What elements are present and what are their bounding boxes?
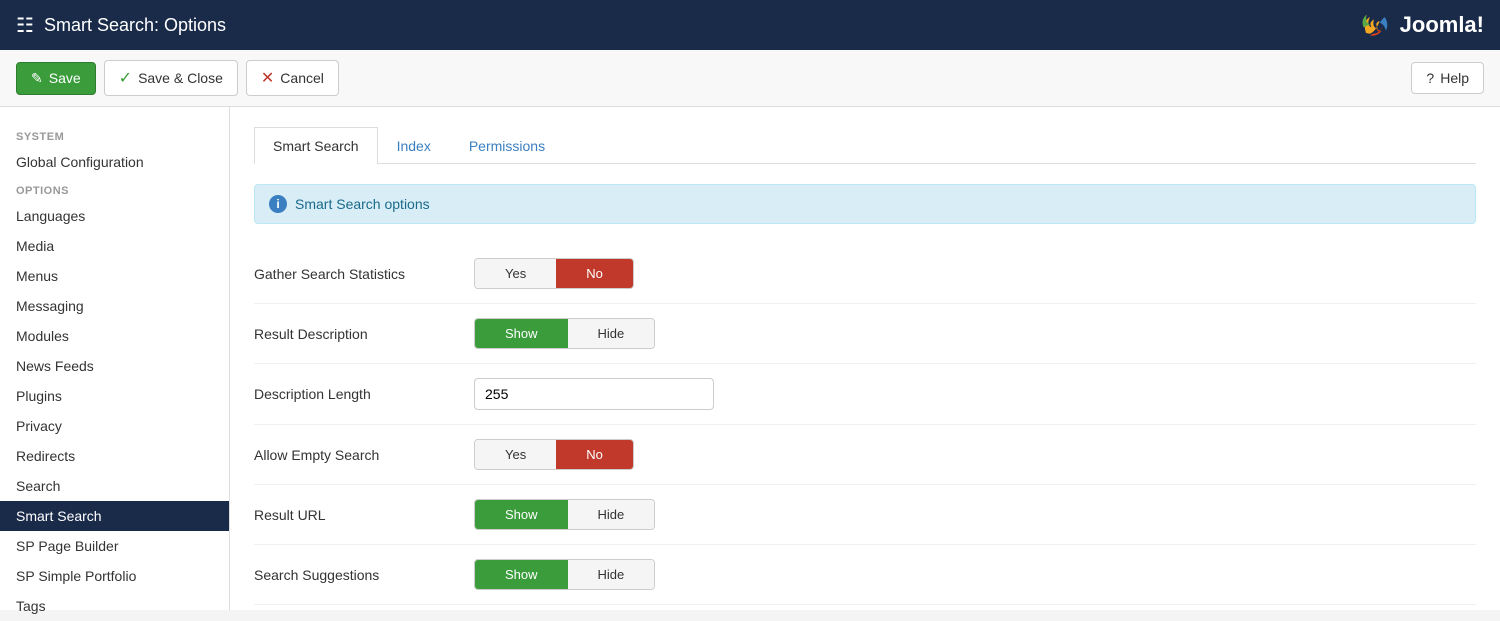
label-search-suggestions: Search Suggestions [254,567,474,583]
form-row-did-you-mean: Did You Mean Show Hide [254,605,1476,610]
grid-icon: ☷ [16,13,34,38]
tab-permissions[interactable]: Permissions [450,127,564,164]
sidebar-item-messaging[interactable]: Messaging [0,291,229,321]
save-close-label: Save & Close [138,70,223,86]
sidebar-item-news-feeds[interactable]: News Feeds [0,351,229,381]
toggle-hide-result-url[interactable]: Hide [568,500,655,529]
sidebar-item-media[interactable]: Media [0,231,229,261]
sidebar-item-modules[interactable]: Modules [0,321,229,351]
input-description-length[interactable] [474,378,714,410]
save-close-button[interactable]: ✓ Save & Close [104,60,238,96]
form-row-description-length: Description Length [254,364,1476,425]
sidebar-item-smart-search[interactable]: Smart Search [0,501,229,531]
top-bar-left: ☷ Smart Search: Options [16,13,226,38]
tab-index[interactable]: Index [378,127,450,164]
toggle-yes-allow-empty-search[interactable]: Yes [475,440,556,469]
toggle-show-result-description[interactable]: Show [475,319,568,348]
content-area: Smart Search Index Permissions i Smart S… [230,107,1500,610]
sidebar-item-global-configuration[interactable]: Global Configuration [0,147,229,177]
toggle-show-search-suggestions[interactable]: Show [475,560,568,589]
info-box: i Smart Search options [254,184,1476,224]
label-description-length: Description Length [254,386,474,402]
toggle-yes-gather-search-statistics[interactable]: Yes [475,259,556,288]
sidebar-item-redirects[interactable]: Redirects [0,441,229,471]
save-label: Save [49,70,81,86]
top-bar: ☷ Smart Search: Options Joomla! [0,0,1500,50]
info-icon: i [269,195,287,213]
sidebar-item-languages[interactable]: Languages [0,201,229,231]
label-result-description: Result Description [254,326,474,342]
form-row-gather-search-statistics: Gather Search Statistics Yes No [254,244,1476,304]
save-button[interactable]: ✎ Save [16,62,96,95]
sidebar-item-plugins[interactable]: Plugins [0,381,229,411]
joomla-flame-icon [1354,5,1394,45]
joomla-logo: Joomla! [1354,5,1484,45]
toggle-result-url[interactable]: Show Hide [474,499,655,530]
sidebar-item-privacy[interactable]: Privacy [0,411,229,441]
sidebar-item-menus[interactable]: Menus [0,261,229,291]
help-label: Help [1440,70,1469,86]
toolbar: ✎ Save ✓ Save & Close ✕ Cancel ? Help [0,50,1500,107]
sidebar-item-search[interactable]: Search [0,471,229,501]
cancel-label: Cancel [280,70,324,86]
info-box-text: Smart Search options [295,196,430,212]
sidebar-options-label: OPTIONS [0,177,229,201]
sidebar-system-label: SYSTEM [0,123,229,147]
label-gather-search-statistics: Gather Search Statistics [254,266,474,282]
toggle-no-allow-empty-search[interactable]: No [556,440,633,469]
toggle-hide-search-suggestions[interactable]: Hide [568,560,655,589]
toggle-no-gather-search-statistics[interactable]: No [556,259,633,288]
tab-smart-search[interactable]: Smart Search [254,127,378,164]
label-allow-empty-search: Allow Empty Search [254,447,474,463]
sidebar-item-tags[interactable]: Tags [0,591,229,621]
toggle-result-description[interactable]: Show Hide [474,318,655,349]
toggle-search-suggestions[interactable]: Show Hide [474,559,655,590]
question-icon: ? [1426,70,1434,86]
joomla-logo-text: Joomla! [1400,12,1484,38]
toggle-hide-result-description[interactable]: Hide [568,319,655,348]
sidebar-item-sp-page-builder[interactable]: SP Page Builder [0,531,229,561]
save-icon: ✎ [31,70,43,87]
toggle-show-result-url[interactable]: Show [475,500,568,529]
toggle-gather-search-statistics[interactable]: Yes No [474,258,634,289]
main-layout: SYSTEM Global Configuration OPTIONS Lang… [0,107,1500,610]
label-result-url: Result URL [254,507,474,523]
sidebar: SYSTEM Global Configuration OPTIONS Lang… [0,107,230,610]
check-icon: ✓ [119,68,132,88]
x-icon: ✕ [261,68,274,88]
tabs: Smart Search Index Permissions [254,127,1476,164]
form-row-search-suggestions: Search Suggestions Show Hide [254,545,1476,605]
cancel-button[interactable]: ✕ Cancel [246,60,339,96]
toggle-allow-empty-search[interactable]: Yes No [474,439,634,470]
help-button[interactable]: ? Help [1411,62,1484,94]
form-row-result-url: Result URL Show Hide [254,485,1476,545]
sidebar-item-sp-simple-portfolio[interactable]: SP Simple Portfolio [0,561,229,591]
form-row-allow-empty-search: Allow Empty Search Yes No [254,425,1476,485]
page-title: Smart Search: Options [44,15,226,36]
form-row-result-description: Result Description Show Hide [254,304,1476,364]
